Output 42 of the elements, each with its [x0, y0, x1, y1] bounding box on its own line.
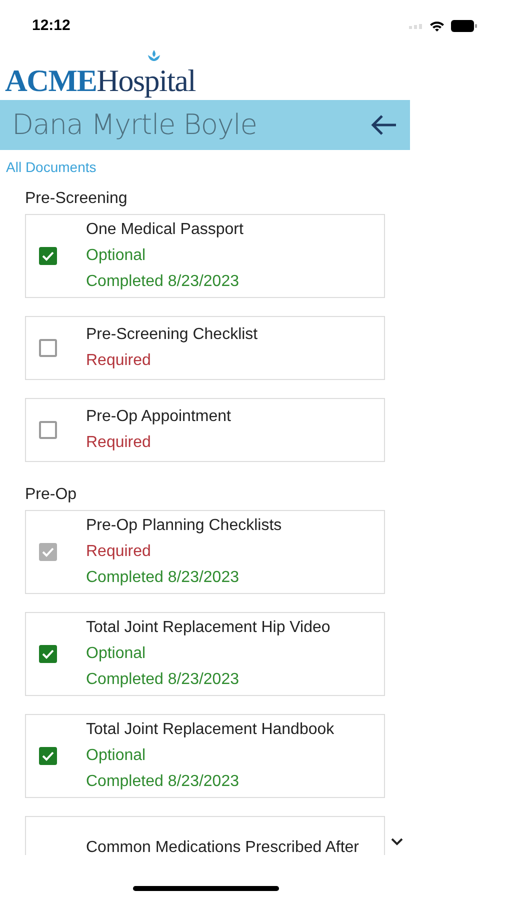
section-heading: Pre-Screening — [25, 189, 128, 209]
document-card[interactable]: Pre-Screening Checklist Required — [25, 316, 385, 380]
document-title: Pre-Op Appointment — [86, 407, 231, 427]
checkmark-icon — [42, 751, 54, 761]
checkbox[interactable] — [39, 421, 57, 439]
checkbox[interactable] — [39, 247, 57, 265]
chevron-down-icon[interactable] — [391, 838, 403, 846]
completion-date: Completed 8/23/2023 — [86, 568, 240, 588]
checkmark-icon — [42, 547, 54, 557]
wifi-icon — [429, 20, 445, 32]
checkbox[interactable] — [39, 339, 57, 357]
section-heading: Pre-Op — [25, 485, 77, 505]
document-title: Total Joint Replacement Hip Video — [86, 618, 330, 638]
document-title: Pre-Screening Checklist — [86, 325, 258, 345]
document-title: Pre-Op Planning Checklists — [86, 516, 282, 536]
document-title: Total Joint Replacement Handbook — [86, 720, 334, 740]
checkbox[interactable] — [39, 645, 57, 663]
patient-name: Dana Myrtle Boyle — [12, 107, 257, 143]
requirement-status: Optional — [86, 746, 147, 766]
signal-icon — [409, 23, 423, 29]
requirement-status: Optional — [86, 644, 147, 664]
requirement-status: Required — [86, 351, 152, 371]
document-card[interactable]: Common Medications Prescribed After — [25, 816, 385, 855]
completion-date: Completed 8/23/2023 — [86, 670, 240, 690]
battery-icon — [451, 20, 477, 32]
completion-date: Completed 8/23/2023 — [86, 272, 240, 292]
document-card[interactable]: One Medical Passport Optional Completed 8/23/2023 — [25, 214, 385, 298]
document-card[interactable]: Pre-Op Appointment Required — [25, 398, 385, 462]
requirement-status: Required — [86, 433, 152, 453]
document-card[interactable]: Total Joint Replacement Hip Video Optional Completed 8/23/2023 — [25, 612, 385, 696]
checkmark-icon — [42, 251, 54, 261]
status-time: 12:12 — [32, 16, 70, 36]
hospital-logo: ACMEHospital — [5, 50, 196, 100]
requirement-status: Optional — [86, 246, 147, 266]
checkmark-icon — [42, 649, 54, 659]
checkbox[interactable] — [39, 747, 57, 765]
document-title: One Medical Passport — [86, 220, 244, 240]
back-arrow-icon[interactable] — [370, 114, 398, 136]
document-title: Common Medications Prescribed After — [86, 838, 359, 855]
completion-date: Completed 8/23/2023 — [86, 772, 240, 792]
document-card[interactable]: Total Joint Replacement Handbook Optional Completed 8/23/2023 — [25, 714, 385, 798]
requirement-status: Required — [86, 542, 152, 562]
